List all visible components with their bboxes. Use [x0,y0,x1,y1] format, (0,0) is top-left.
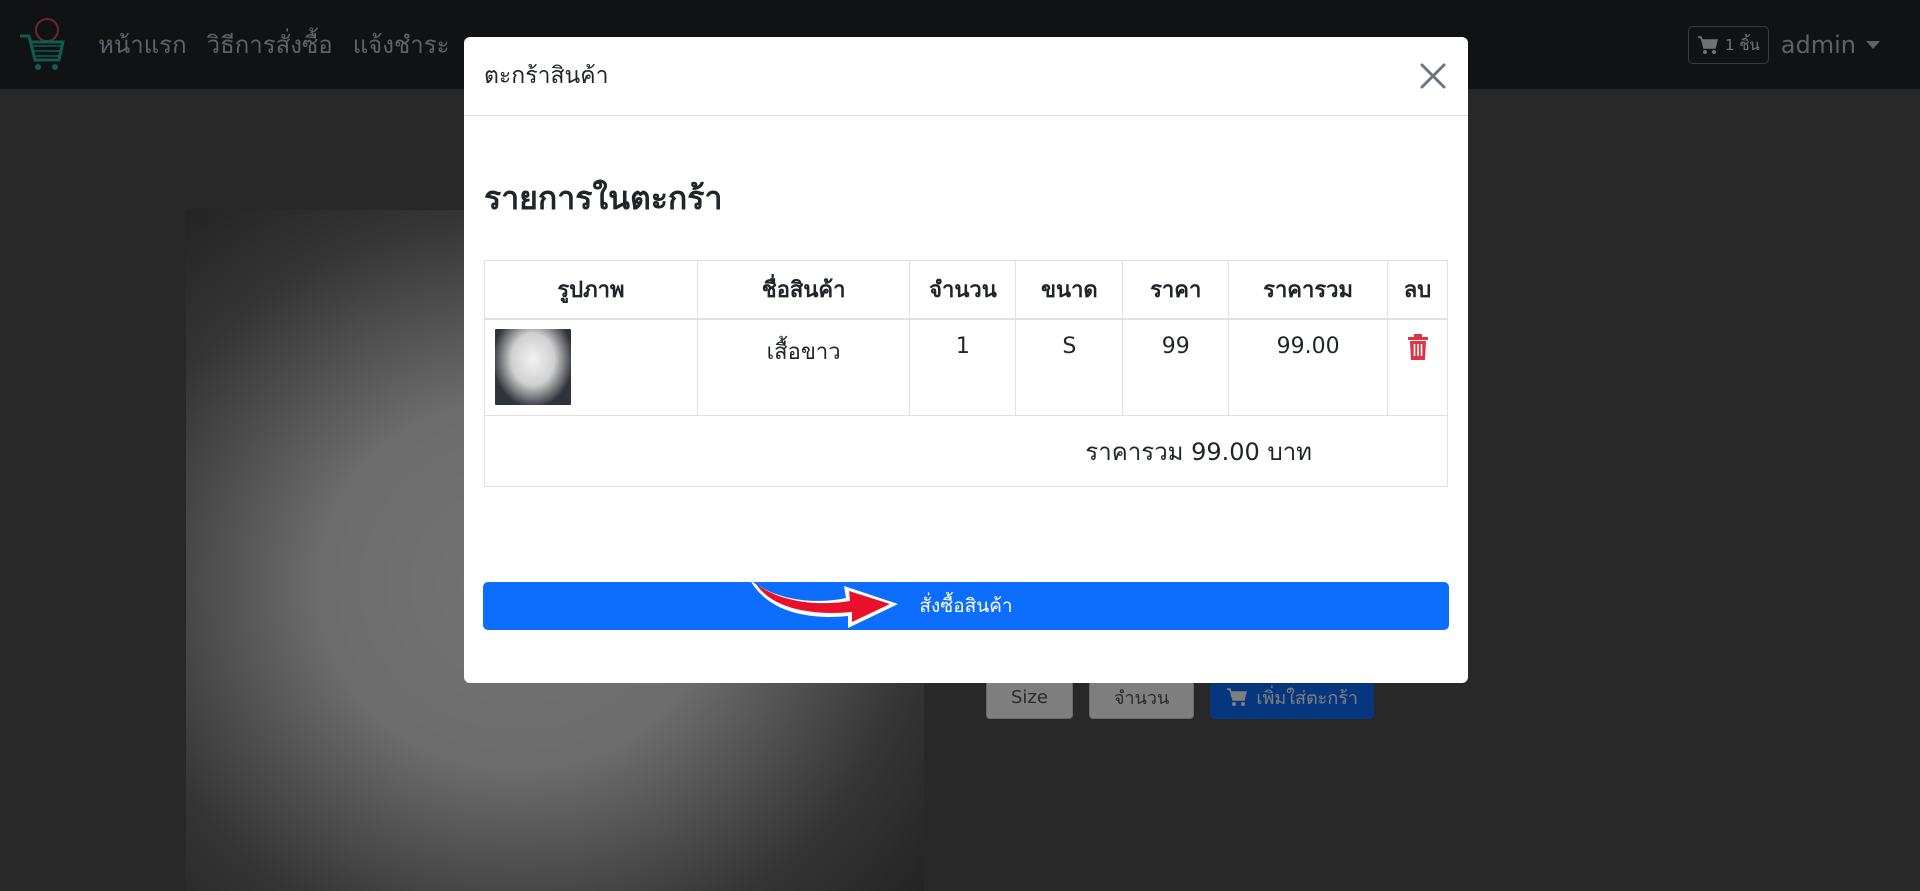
header-size: ขนาด [1015,260,1124,320]
cart-table: รูปภาพ ชื่อสินค้า จำนวน ขนาด ราคา ราคารว… [484,260,1448,487]
trash-icon[interactable] [1407,333,1429,360]
cart-section-title: รายการในตะกร้า [484,179,723,217]
modal-title: ตะกร้าสินค้า [484,63,609,89]
table-row: เสื้อขาว 1 S 99 99.00 [484,318,1448,416]
cell-product-name: เสื้อขาว [696,318,911,416]
place-order-button[interactable]: สั่งซื้อสินค้า [483,582,1449,630]
cell-price: 99 [1122,318,1230,416]
cell-subtotal: 99.00 [1228,318,1388,416]
cell-delete [1387,318,1448,416]
table-header-row: รูปภาพ ชื่อสินค้า จำนวน ขนาด ราคา ราคารว… [484,260,1448,320]
header-price: ราคา [1122,260,1230,320]
close-icon[interactable] [1416,59,1450,93]
header-delete: ลบ [1387,260,1448,320]
cell-image [484,318,698,416]
cart-total: ราคารวม 99.00 บาท [484,415,1448,487]
product-thumbnail [495,328,571,405]
header-quantity: จำนวน [909,260,1017,320]
cart-modal: ตะกร้าสินค้า รายการในตะกร้า รูปภาพ ชื่อส… [464,37,1468,683]
header-subtotal: ราคารวม [1228,260,1388,320]
header-image: รูปภาพ [484,260,698,320]
arrow-annotation-icon [750,580,898,628]
header-product-name: ชื่อสินค้า [696,260,911,320]
cell-size: S [1015,318,1124,416]
modal-header: ตะกร้าสินค้า [464,37,1468,116]
total-row: ราคารวม 99.00 บาท [484,415,1448,487]
cell-quantity: 1 [909,318,1017,416]
